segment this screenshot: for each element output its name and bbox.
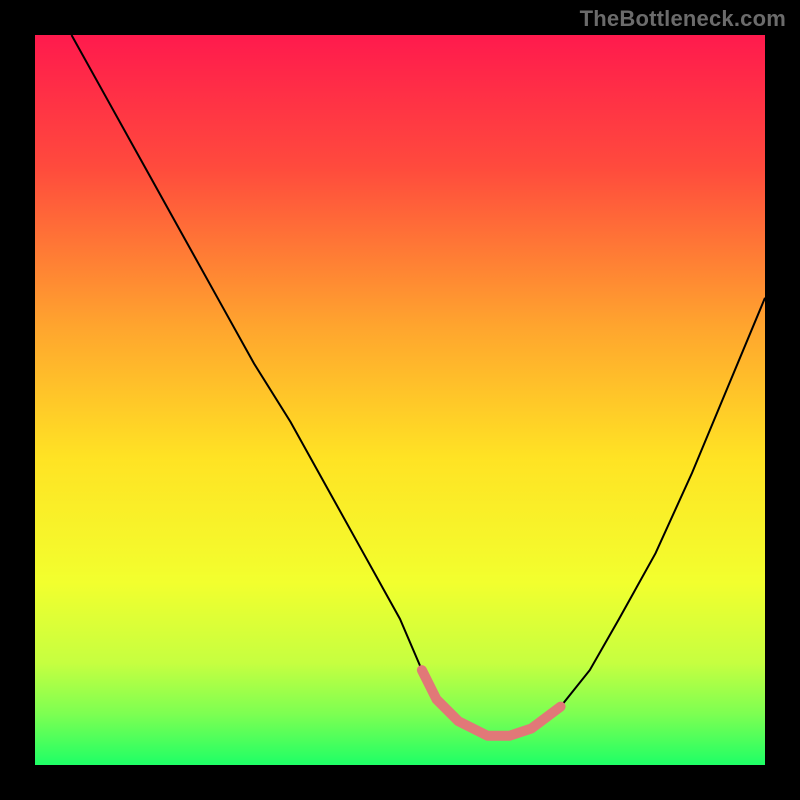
watermark-text: TheBottleneck.com (580, 6, 786, 32)
chart-container: { "watermark": "TheBottleneck.com", "cha… (0, 0, 800, 800)
bottleneck-chart (0, 0, 800, 800)
